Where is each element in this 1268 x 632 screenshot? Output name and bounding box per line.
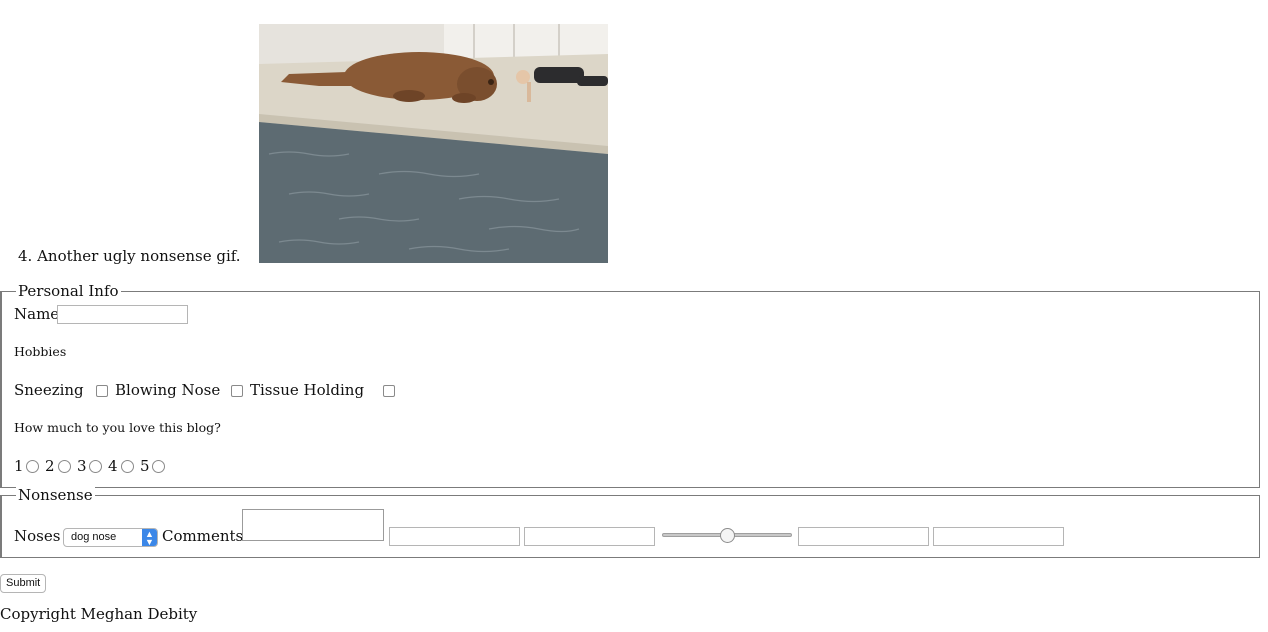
rating-3-radio[interactable] bbox=[89, 460, 102, 473]
submit-button[interactable]: Submit bbox=[0, 574, 47, 593]
list-number: 4. bbox=[18, 247, 33, 265]
nonsense-fieldset: Nonsense Noses dog nose ▲ ▼ Comments bbox=[0, 486, 1260, 558]
rating-4-label: 4 bbox=[108, 457, 118, 475]
noses-selected-value: dog nose bbox=[71, 531, 117, 543]
nonsense-text-input-4[interactable] bbox=[933, 527, 1064, 546]
name-input[interactable] bbox=[57, 305, 188, 324]
nonsense-text-input-1[interactable] bbox=[389, 527, 520, 546]
hobbies-heading: Hobbies bbox=[14, 344, 67, 359]
select-arrows-icon: ▲ ▼ bbox=[142, 529, 157, 547]
gif-caption: 4. Another ugly nonsense gif. bbox=[18, 247, 241, 265]
nonsense-text-input-2[interactable] bbox=[524, 527, 655, 546]
rating-3-label: 3 bbox=[77, 457, 87, 475]
personal-info-fieldset: Personal Info Name Hobbies Sneezing Blow… bbox=[0, 282, 1260, 488]
rating-2-label: 2 bbox=[45, 457, 55, 475]
hobby-tissue-holding-checkbox[interactable] bbox=[383, 385, 395, 397]
name-label: Name bbox=[14, 305, 60, 323]
rating-5-label: 5 bbox=[140, 457, 150, 475]
rating-1-radio[interactable] bbox=[26, 460, 39, 473]
personal-info-legend: Personal Info bbox=[16, 282, 121, 300]
noses-select[interactable]: dog nose ▲ ▼ bbox=[63, 528, 158, 547]
rating-2-radio[interactable] bbox=[58, 460, 71, 473]
rating-5-radio[interactable] bbox=[152, 460, 165, 473]
slider-thumb[interactable] bbox=[720, 528, 735, 543]
hobby-sneezing-label: Sneezing bbox=[14, 381, 84, 399]
range-slider[interactable] bbox=[662, 527, 792, 544]
rating-4-radio[interactable] bbox=[121, 460, 134, 473]
comments-textarea[interactable] bbox=[242, 509, 384, 541]
love-question: How much to you love this blog? bbox=[14, 420, 221, 435]
rating-1-label: 1 bbox=[14, 457, 24, 475]
caption-text: Another ugly nonsense gif. bbox=[37, 247, 241, 265]
hobby-blowing-nose-checkbox[interactable] bbox=[231, 385, 243, 397]
hobby-sneezing-checkbox[interactable] bbox=[96, 385, 108, 397]
walrus-gif-image bbox=[259, 24, 608, 263]
noses-label: Noses bbox=[14, 527, 61, 545]
nonsense-legend: Nonsense bbox=[16, 486, 95, 504]
comments-label: Comments bbox=[162, 527, 244, 545]
hobby-blowing-nose-label: Blowing Nose bbox=[115, 381, 221, 399]
nonsense-text-input-3[interactable] bbox=[798, 527, 929, 546]
copyright-text: Copyright Meghan Debity bbox=[0, 605, 198, 623]
hobby-tissue-holding-label: Tissue Holding bbox=[250, 381, 365, 399]
